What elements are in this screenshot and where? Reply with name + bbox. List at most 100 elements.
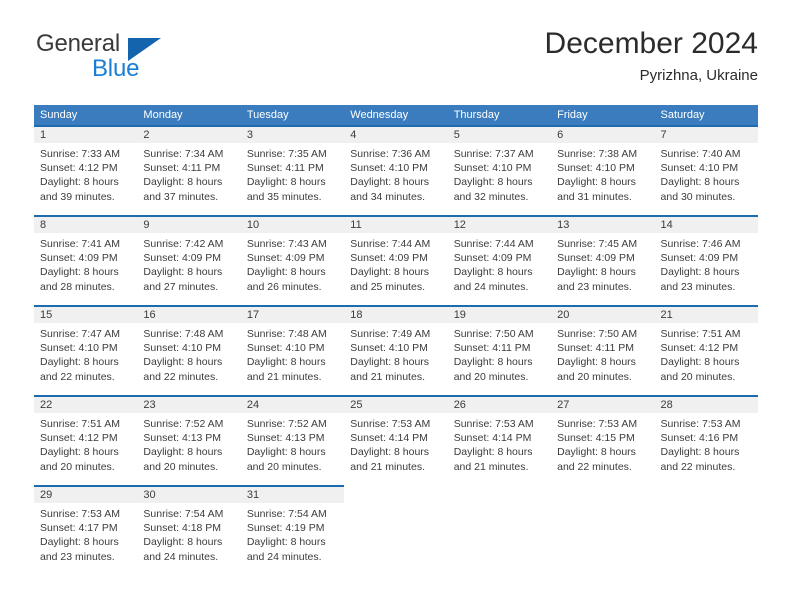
day-number: 5 [453,129,460,141]
calendar-day-cell[interactable]: 8 Sunrise: 7:41 AM Sunset: 4:09 PM Daylight… [34,215,138,305]
calendar-day-cell[interactable]: 7 Sunrise: 7:40 AM Sunset: 4:10 PM Daylight… [654,125,758,215]
day-details: Sunrise: 7:53 AM Sunset: 4:14 PM Daylight:… [448,413,551,474]
day-details: Sunrise: 7:52 AM Sunset: 4:13 PM Daylight:… [241,413,344,474]
day-detail-line: and 21 minutes. [246,370,322,383]
day-detail-line: Daylight: 8 hours [660,176,740,189]
day-details: Sunrise: 7:50 AM Sunset: 4:11 PM Daylight:… [551,323,654,384]
day-detail-line: Sunset: 4:15 PM [557,432,635,445]
calendar-day-cell[interactable]: 11 Sunrise: 7:44 AM Sunset: 4:09 PM Dayligh… [344,215,448,305]
calendar-day-cell[interactable]: 23 Sunrise: 7:52 AM Sunset: 4:13 PM Dayligh… [137,395,241,485]
day-detail-line: and 39 minutes. [40,190,115,203]
day-number-band: 17 [240,305,345,323]
calendar-day-cell[interactable]: 27 Sunrise: 7:53 AM Sunset: 4:15 PM Dayligh… [551,395,655,485]
day-details: Sunrise: 7:53 AM Sunset: 4:15 PM Daylight:… [551,413,654,474]
calendar-day-cell[interactable]: 9 Sunrise: 7:42 AM Sunset: 4:09 PM Daylight… [137,215,241,305]
day-detail-line: Sunrise: 7:45 AM [557,238,638,250]
day-details: Sunrise: 7:43 AM Sunset: 4:09 PM Daylight:… [241,233,344,294]
calendar-day-cell[interactable]: 25 Sunrise: 7:53 AM Sunset: 4:14 PM Dayligh… [344,395,448,485]
day-detail-line: Daylight: 8 hours [350,356,430,369]
calendar-day-cell[interactable]: 24 Sunrise: 7:52 AM Sunset: 4:13 PM Dayligh… [240,395,345,485]
calendar-day-cell[interactable]: 1 Sunrise: 7:33 AM Sunset: 4:12 PM Daylight… [34,125,138,215]
day-detail-line: Sunset: 4:11 PM [143,162,221,175]
calendar-day-cell[interactable]: 31 Sunrise: 7:54 AM Sunset: 4:19 PM Dayligh… [240,485,345,575]
day-detail-line: Daylight: 8 hours [40,356,119,369]
calendar-day-cell[interactable]: 15 Sunrise: 7:47 AM Sunset: 4:10 PM Dayligh… [34,305,138,395]
day-details: Sunrise: 7:45 AM Sunset: 4:09 PM Daylight:… [551,233,654,294]
day-detail-line: Sunrise: 7:48 AM [143,328,224,340]
day-detail-line: Sunrise: 7:38 AM [557,148,638,160]
calendar-day-cell[interactable]: 18 Sunrise: 7:49 AM Sunset: 4:10 PM Dayligh… [344,305,448,395]
day-detail-line: and 31 minutes. [557,190,632,203]
calendar-empty-cell [344,485,448,575]
calendar-day-cell[interactable]: 3 Sunrise: 7:35 AM Sunset: 4:11 PM Daylight… [240,125,345,215]
day-detail-line: and 37 minutes. [143,190,219,203]
calendar-day-cell[interactable]: 6 Sunrise: 7:38 AM Sunset: 4:10 PM Daylight… [551,125,655,215]
day-number-band: 4 [344,125,448,143]
day-detail-line: Daylight: 8 hours [557,176,636,189]
day-number: 26 [453,399,466,411]
day-number-band: 31 [240,485,345,503]
calendar-day-cell[interactable]: 26 Sunrise: 7:53 AM Sunset: 4:14 PM Dayligh… [447,395,552,485]
day-number: 9 [143,219,150,231]
calendar-day-cell[interactable]: 5 Sunrise: 7:37 AM Sunset: 4:10 PM Daylight… [447,125,552,215]
day-detail-line: Sunrise: 7:47 AM [40,328,120,340]
day-number: 23 [143,399,156,411]
day-number: 1 [40,129,47,141]
day-number-band: 5 [447,125,552,143]
day-number-band [448,485,551,503]
day-detail-line: Sunset: 4:09 PM [40,252,118,265]
calendar-day-cell[interactable]: 29 Sunrise: 7:53 AM Sunset: 4:17 PM Dayligh… [34,485,138,575]
day-detail-line: Sunrise: 7:44 AM [453,238,534,250]
page-title: December 2024 [544,27,758,60]
day-number-band: 9 [137,215,241,233]
day-detail-line: Daylight: 8 hours [557,356,636,369]
calendar-day-cell[interactable]: 2 Sunrise: 7:34 AM Sunset: 4:11 PM Daylight… [137,125,241,215]
day-detail-line: Daylight: 8 hours [246,536,326,549]
day-number-band: 14 [654,215,758,233]
calendar-day-cell[interactable]: 21 Sunrise: 7:51 AM Sunset: 4:12 PM Dayligh… [654,305,758,395]
day-details [551,503,654,507]
day-detail-line: Daylight: 8 hours [143,356,223,369]
calendar-day-cell[interactable]: 17 Sunrise: 7:48 AM Sunset: 4:10 PM Dayligh… [240,305,345,395]
title-block: December 2024 Pyrizhna, Ukraine [545,26,758,86]
calendar-day-cell[interactable]: 19 Sunrise: 7:50 AM Sunset: 4:11 PM Dayligh… [447,305,552,395]
day-detail-line: and 24 minutes. [143,550,219,563]
day-of-week-header-tuesday: Tuesday [246,109,289,121]
calendar-day-cell[interactable]: 13 Sunrise: 7:45 AM Sunset: 4:09 PM Dayligh… [551,215,655,305]
day-detail-line: Daylight: 8 hours [453,356,533,369]
calendar-day-cell[interactable]: 20 Sunrise: 7:50 AM Sunset: 4:11 PM Dayligh… [551,305,655,395]
day-detail-line: Sunrise: 7:33 AM [40,148,120,160]
calendar-day-cell[interactable]: 28 Sunrise: 7:53 AM Sunset: 4:16 PM Dayligh… [654,395,758,485]
day-number: 10 [246,219,260,231]
day-detail-line: and 27 minutes. [143,280,219,293]
calendar-day-cell[interactable]: 22 Sunrise: 7:51 AM Sunset: 4:12 PM Dayligh… [34,395,138,485]
day-number: 22 [40,399,53,411]
calendar-day-cell[interactable]: 4 Sunrise: 7:36 AM Sunset: 4:10 PM Daylight… [344,125,448,215]
day-detail-line: and 20 minutes. [557,370,632,383]
day-number-band: 8 [34,215,138,233]
day-number-band [344,485,447,503]
day-detail-line: Daylight: 8 hours [246,356,326,369]
calendar-day-cell[interactable]: 10 Sunrise: 7:43 AM Sunset: 4:09 PM Dayligh… [240,215,345,305]
day-detail-line: Sunrise: 7:53 AM [557,418,638,430]
calendar-day-cell[interactable]: 12 Sunrise: 7:44 AM Sunset: 4:09 PM Dayligh… [447,215,552,305]
day-detail-line: and 24 minutes. [246,550,322,563]
day-number-band: 21 [654,305,758,323]
day-detail-line: Sunset: 4:11 PM [453,342,531,355]
calendar-day-cell[interactable]: 30 Sunrise: 7:54 AM Sunset: 4:18 PM Dayligh… [137,485,241,575]
calendar-day-cell[interactable]: 16 Sunrise: 7:48 AM Sunset: 4:10 PM Dayligh… [137,305,241,395]
day-details: Sunrise: 7:53 AM Sunset: 4:17 PM Daylight:… [34,503,137,564]
day-detail-line: and 35 minutes. [246,190,322,203]
day-details: Sunrise: 7:35 AM Sunset: 4:11 PM Daylight:… [241,143,344,204]
day-detail-line: Sunrise: 7:54 AM [143,508,224,520]
calendar-week-row: 1 Sunrise: 7:33 AM Sunset: 4:12 PM Daylight… [34,125,758,215]
day-number-band: 10 [240,215,345,233]
day-number-band: 25 [344,395,448,413]
day-detail-line: Sunrise: 7:50 AM [557,328,638,340]
day-of-week-header-friday: Friday [557,109,588,121]
day-detail-line: and 21 minutes. [350,460,425,473]
day-number-band: 16 [137,305,241,323]
day-details: Sunrise: 7:47 AM Sunset: 4:10 PM Daylight:… [34,323,137,384]
day-details: Sunrise: 7:44 AM Sunset: 4:09 PM Daylight:… [448,233,551,294]
calendar-day-cell[interactable]: 14 Sunrise: 7:46 AM Sunset: 4:09 PM Dayligh… [654,215,758,305]
